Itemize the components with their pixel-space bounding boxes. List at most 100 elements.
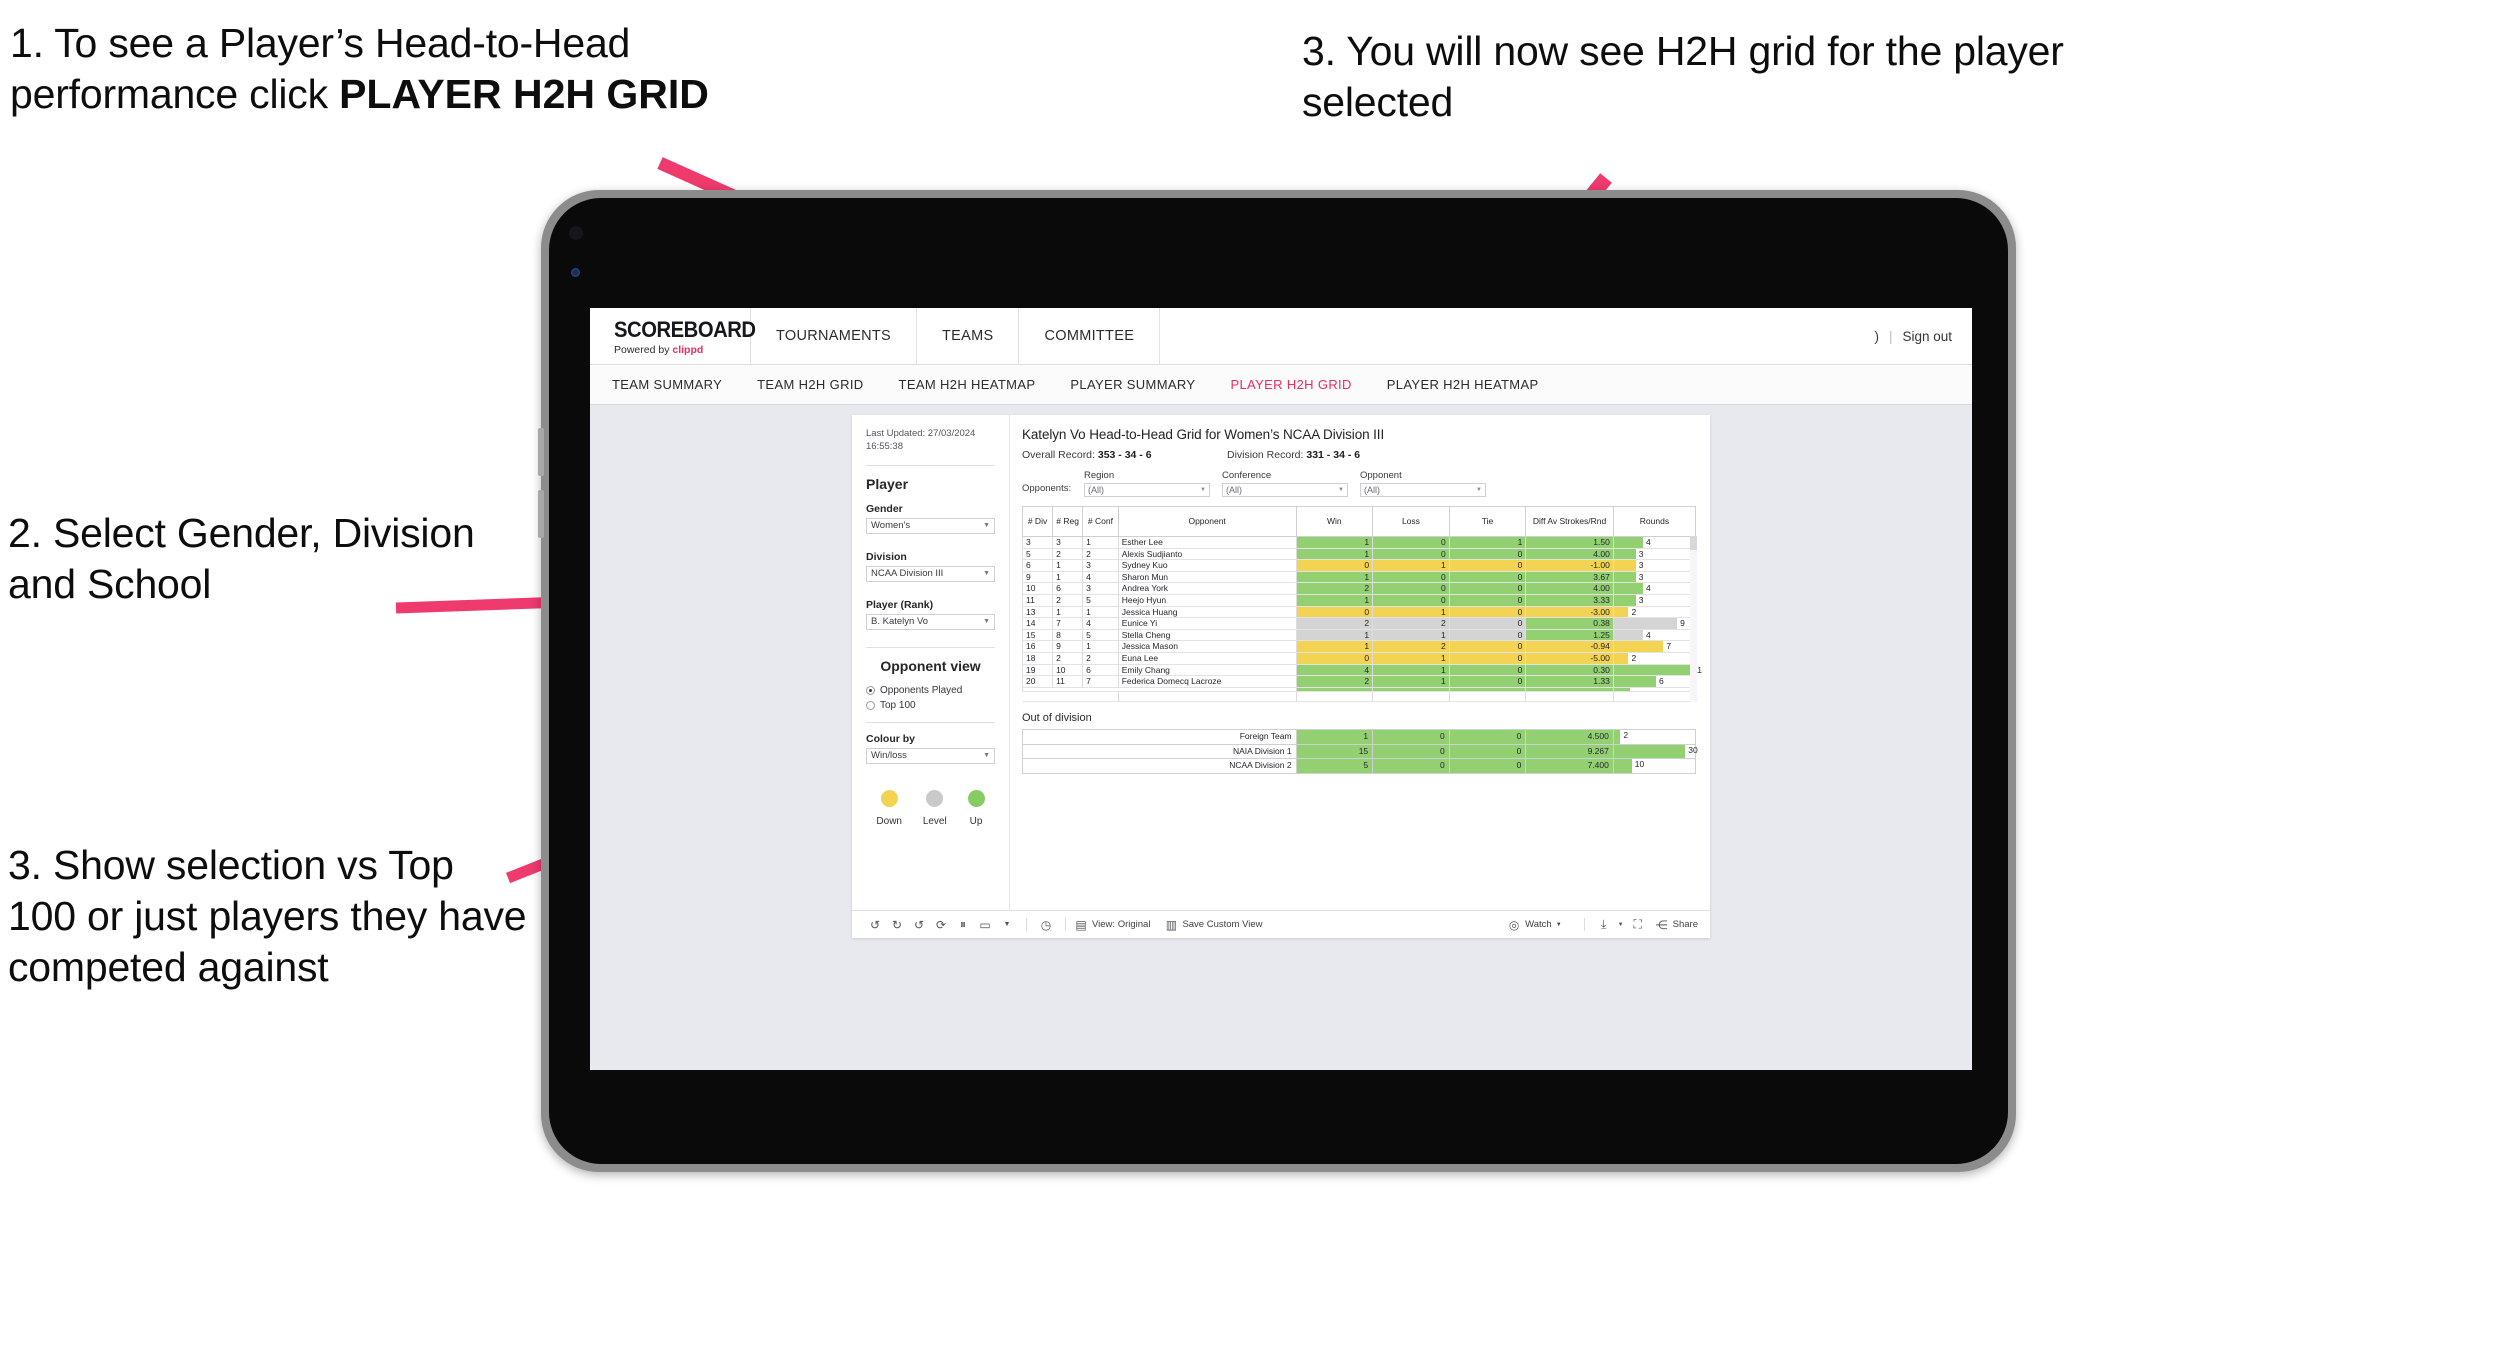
out-of-division-row[interactable]: Foreign Team 1 0 0 4.500 2 bbox=[1022, 729, 1697, 745]
cell-diff: 1.25 bbox=[1525, 629, 1614, 642]
tab-team-summary[interactable]: TEAM SUMMARY bbox=[612, 377, 744, 392]
nav-committee[interactable]: COMMITTEE bbox=[1018, 308, 1161, 365]
nav-teams[interactable]: TEAMS bbox=[916, 308, 1018, 365]
pause-icon[interactable]: ⏸ bbox=[952, 917, 974, 932]
cell-loss: 0 bbox=[1372, 536, 1450, 549]
gender-select[interactable]: Women's ▼ bbox=[866, 517, 995, 534]
cell-conf: 3 bbox=[1082, 582, 1119, 595]
volume-down-button[interactable] bbox=[538, 490, 544, 538]
division-select[interactable]: NCAA Division III ▼ bbox=[866, 565, 995, 582]
account-name-truncated: ) bbox=[1874, 329, 1879, 344]
cell-loss: 0 bbox=[1372, 594, 1450, 607]
radio-unselected-icon bbox=[866, 700, 875, 710]
cell-div: 10 bbox=[1021, 582, 1054, 595]
clippd-brand: clippd bbox=[672, 343, 704, 356]
tab-player-summary[interactable]: PLAYER SUMMARY bbox=[1070, 377, 1217, 392]
division-record-label: Division Record: bbox=[1227, 449, 1307, 461]
cell-reg: 6 bbox=[1052, 582, 1084, 595]
cell-rounds: 3 bbox=[1612, 559, 1697, 572]
table-row[interactable]: 10 6 3 Andrea York 2 0 0 4.00 4 bbox=[1021, 582, 1697, 595]
cell-tie: 0 bbox=[1448, 617, 1527, 630]
radio-top-100-label: Top 100 bbox=[880, 699, 916, 711]
cell-win: 1 bbox=[1295, 594, 1374, 607]
sign-out-link[interactable]: Sign out bbox=[1902, 329, 1952, 344]
table-row[interactable]: 11 2 5 Heejo Hyun 1 0 0 3.33 3 bbox=[1021, 594, 1697, 607]
out-of-division-row[interactable]: NAIA Division 1 15 0 0 9.267 30 bbox=[1022, 743, 1698, 760]
h2h-table: # Div # Reg # Conf Opponent Win Loss Tie… bbox=[1021, 506, 1702, 703]
h2h-table-wrapper: # Div # Reg # Conf Opponent Win Loss Tie… bbox=[1021, 506, 1702, 703]
cell-reg: 1 bbox=[1052, 571, 1084, 584]
cell-opponent: Jessica Mason bbox=[1117, 640, 1297, 653]
colour-by-select[interactable]: Win/loss ▼ bbox=[866, 747, 995, 764]
radio-opponents-played[interactable]: Opponents Played bbox=[866, 685, 995, 696]
table-row[interactable]: 19 10 6 Emily Chang 4 1 0 0.30 11 bbox=[1021, 664, 1702, 677]
table-row[interactable]: 3 3 1 Esther Lee 1 0 1 1.50 4 bbox=[1021, 536, 1697, 549]
table-row[interactable]: 5 2 2 Alexis Sudjianto 1 0 0 4.00 3 bbox=[1021, 548, 1697, 561]
conference-select[interactable]: (All) ▼ bbox=[1222, 483, 1348, 497]
share-button[interactable]: ⋲ Share bbox=[1655, 918, 1698, 932]
watch-button[interactable]: ◎ Watch ▼ bbox=[1507, 918, 1562, 932]
table-row[interactable]: 18 2 2 Euna Lee 0 1 0 -5.00 2 bbox=[1021, 652, 1697, 665]
chevron-down-icon[interactable]: ▼ bbox=[996, 921, 1018, 928]
table-row[interactable]: 15 8 5 Stella Cheng 1 1 0 1.25 4 bbox=[1021, 629, 1697, 642]
app-header: SCOREBOARD Powered by clippd TOURNAMENTS… bbox=[590, 308, 1972, 365]
tab-player-h2h-heatmap[interactable]: PLAYER H2H HEATMAP bbox=[1387, 377, 1561, 392]
cell-rounds: 3 bbox=[1612, 548, 1697, 561]
radio-top-100[interactable]: Top 100 bbox=[866, 700, 995, 711]
cell-win: 1 bbox=[1295, 729, 1374, 745]
cell-group-name: NAIA Division 1 bbox=[1022, 743, 1297, 760]
division-record-value: 331 - 34 - 6 bbox=[1306, 449, 1361, 461]
cell-diff: 3.33 bbox=[1525, 594, 1614, 607]
save-custom-view-button[interactable]: ▥ Save Custom View bbox=[1164, 918, 1263, 932]
view-original-button[interactable]: ▤ View: Original bbox=[1074, 918, 1150, 932]
rectangle-select-icon[interactable]: ▭ bbox=[974, 918, 996, 932]
volume-up-button[interactable] bbox=[538, 428, 544, 476]
cell-div: 15 bbox=[1021, 629, 1054, 642]
cell-diff: -1.00 bbox=[1525, 559, 1614, 572]
region-value: (All) bbox=[1088, 485, 1104, 495]
out-of-division-row[interactable]: NCAA Division 2 5 0 0 7.400 10 bbox=[1022, 758, 1697, 774]
cell-diff: 4.00 bbox=[1525, 582, 1614, 595]
nav-tournaments[interactable]: TOURNAMENTS bbox=[750, 308, 916, 365]
cell-tie: 0 bbox=[1448, 571, 1527, 584]
cell-diff: 3.67 bbox=[1525, 571, 1614, 584]
cell-reg: 3 bbox=[1052, 536, 1084, 549]
save-custom-view-label: Save Custom View bbox=[1182, 919, 1263, 930]
table-scrollbar[interactable] bbox=[1690, 536, 1697, 703]
legend-up: Up bbox=[967, 789, 985, 827]
tab-team-h2h-grid[interactable]: TEAM H2H GRID bbox=[757, 377, 885, 392]
conference-value: (All) bbox=[1226, 485, 1242, 495]
opponent-select[interactable]: (All) ▼ bbox=[1360, 483, 1486, 497]
table-body: 3 3 1 Esther Lee 1 0 1 1.50 4 5 2 2 Alexis Sudjianto… bbox=[1021, 536, 1702, 703]
visualization-card: Last Updated: 27/03/2024 16:55:38 Player… bbox=[852, 415, 1710, 938]
region-select[interactable]: (All) ▼ bbox=[1084, 483, 1210, 497]
table-row[interactable]: 9 1 4 Sharon Mun 1 0 0 3.67 3 bbox=[1021, 571, 1697, 584]
tab-team-h2h-heatmap[interactable]: TEAM H2H HEATMAP bbox=[899, 377, 1058, 392]
table-row[interactable]: 14 7 4 Eunice Yi 2 2 0 0.38 9 bbox=[1021, 617, 1697, 630]
cell-tie: 0 bbox=[1448, 548, 1527, 561]
table-empty-space bbox=[1022, 691, 1697, 703]
revert-icon[interactable]: ↺ bbox=[908, 918, 930, 932]
tab-player-h2h-grid[interactable]: PLAYER H2H GRID bbox=[1230, 377, 1373, 392]
fullscreen-icon[interactable]: ⛶ bbox=[1627, 917, 1649, 932]
download-icon[interactable]: ⤓ bbox=[1593, 917, 1615, 932]
scrollbar-thumb[interactable] bbox=[1690, 536, 1697, 550]
table-row[interactable]: 6 1 3 Sydney Kuo 0 1 0 -1.00 3 bbox=[1021, 559, 1697, 572]
table-row[interactable]: 16 9 1 Jessica Mason 1 2 0 -0.94 7 bbox=[1021, 640, 1697, 653]
table-row[interactable]: 20 11 7 Federica Domecq Lacroze 2 1 0 1.33 6 bbox=[1021, 675, 1697, 688]
undo-icon[interactable]: ↺ bbox=[864, 918, 886, 932]
player-rank-select[interactable]: B. Katelyn Vo ▼ bbox=[866, 613, 995, 630]
cell-rounds: 10 bbox=[1612, 758, 1697, 774]
clock-icon[interactable]: ◷ bbox=[1035, 918, 1057, 932]
chevron-down-icon[interactable]: ▼ bbox=[1615, 922, 1627, 928]
cell-div: 9 bbox=[1021, 571, 1054, 584]
region-filter: Region (All) ▼ bbox=[1084, 470, 1210, 497]
browser-page: SCOREBOARD Powered by clippd TOURNAMENTS… bbox=[590, 308, 1972, 1070]
cell-tie: 0 bbox=[1448, 559, 1527, 572]
redo-icon[interactable]: ↻ bbox=[886, 918, 908, 932]
table-row[interactable]: 13 1 1 Jessica Huang 0 1 0 -3.00 2 bbox=[1021, 606, 1697, 619]
opponent-filter: Opponent (All) ▼ bbox=[1360, 470, 1486, 497]
col-win: Win bbox=[1295, 506, 1374, 537]
app-logo[interactable]: SCOREBOARD Powered by clippd bbox=[590, 317, 756, 356]
refresh-icon[interactable]: ⟳ bbox=[930, 918, 952, 932]
